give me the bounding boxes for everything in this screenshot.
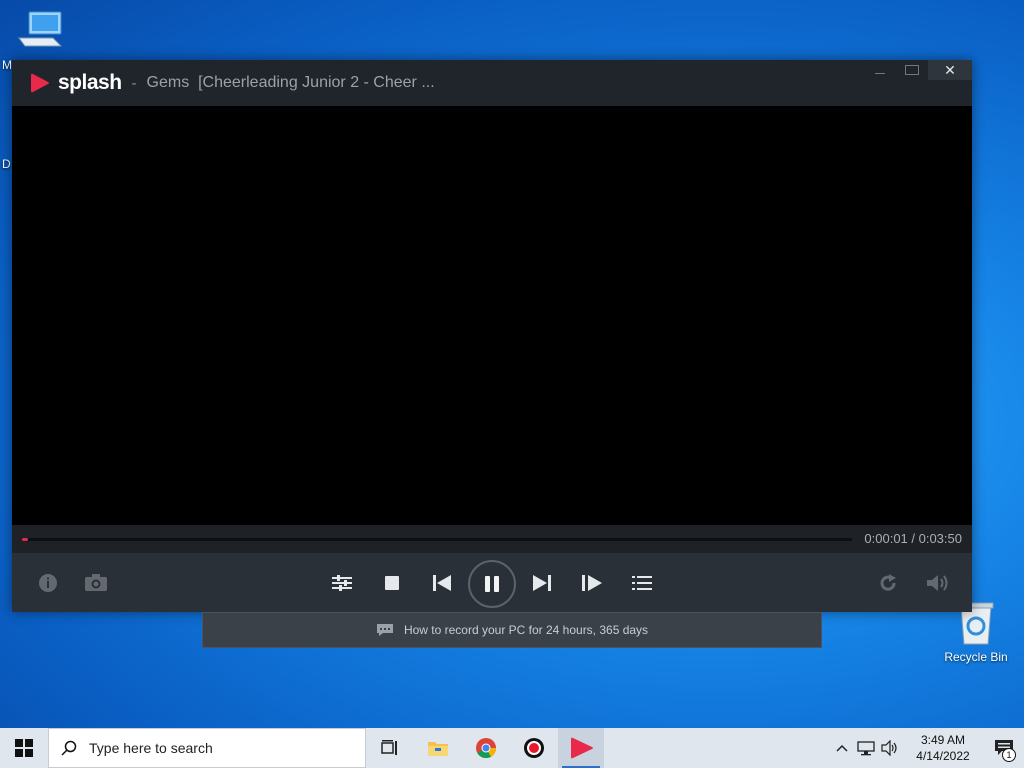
recycle-bin-label: Recycle Bin — [944, 650, 1008, 664]
title-separator: - — [131, 74, 137, 92]
title-bar[interactable]: splash - Gems [Cheerleading Junior 2 - C… — [12, 60, 972, 106]
splash-taskbar-button[interactable] — [558, 728, 604, 768]
start-button[interactable] — [0, 728, 48, 768]
speaker-icon — [881, 740, 897, 756]
network-icon — [857, 741, 875, 756]
stop-button[interactable] — [374, 565, 410, 601]
screen-recorder-button[interactable] — [510, 728, 558, 768]
next-button[interactable] — [524, 565, 560, 601]
notification-count-badge: 1 — [1002, 748, 1016, 762]
minimize-button[interactable] — [864, 60, 896, 80]
video-area[interactable] — [12, 106, 972, 525]
seek-bar[interactable] — [22, 538, 852, 541]
previous-button[interactable] — [424, 565, 460, 601]
search-placeholder: Type here to search — [89, 740, 213, 756]
splash-player-window: splash - Gems [Cheerleading Junior 2 - C… — [12, 60, 972, 612]
maximize-button[interactable] — [896, 60, 928, 80]
clock-time: 3:49 AM — [920, 733, 966, 747]
file-explorer-icon — [428, 742, 448, 756]
info-button[interactable] — [30, 565, 66, 601]
taskbar: Type here to search 3:49 AM 4/14/2022 1 — [0, 728, 1024, 768]
seek-progress — [22, 538, 28, 541]
next-icon — [533, 575, 551, 591]
time-display: 0:00:01 / 0:03:50 — [864, 531, 962, 546]
desktop-label-fragment: D — [2, 157, 11, 171]
media-title: Gems [Cheerleading Junior 2 - Cheer ... — [146, 74, 435, 91]
show-hidden-icons-button[interactable] — [830, 728, 854, 768]
app-name: splash — [58, 71, 122, 94]
frame-step-button[interactable] — [574, 565, 610, 601]
maximize-icon — [905, 65, 919, 75]
camera-icon — [85, 574, 107, 591]
previous-icon — [433, 575, 451, 591]
action-center-button[interactable]: 1 — [984, 728, 1024, 768]
stop-icon — [385, 576, 399, 590]
chat-bubble-icon — [376, 623, 394, 637]
pause-button[interactable] — [468, 560, 516, 608]
splash-logo-icon — [31, 73, 49, 93]
info-icon — [39, 574, 57, 592]
splash-logo: splash — [28, 71, 122, 95]
frame-step-icon — [582, 575, 602, 591]
task-view-button[interactable] — [366, 728, 414, 768]
volume-tray-button[interactable] — [878, 728, 902, 768]
task-view-icon — [381, 740, 397, 755]
clock-date: 4/14/2022 — [916, 749, 970, 763]
equalizer-button[interactable] — [324, 565, 360, 601]
clock[interactable]: 3:49 AM 4/14/2022 — [908, 732, 978, 764]
recorder-icon — [524, 738, 544, 758]
windows-logo-icon — [15, 739, 33, 757]
search-icon — [61, 740, 77, 756]
pause-icon — [485, 576, 499, 592]
network-button[interactable] — [854, 728, 878, 768]
minimize-icon — [875, 73, 885, 74]
playlist-button[interactable] — [624, 565, 660, 601]
desktop-label-fragment: M — [2, 58, 12, 72]
repeat-icon — [880, 574, 896, 591]
volume-button[interactable] — [920, 565, 956, 601]
close-icon: ✕ — [944, 61, 956, 78]
file-explorer-button[interactable] — [414, 728, 462, 768]
chrome-button[interactable] — [462, 728, 510, 768]
chevron-up-icon — [836, 744, 848, 752]
equalizer-icon — [332, 575, 352, 591]
promo-notice[interactable]: How to record your PC for 24 hours, 365 … — [202, 612, 822, 648]
splash-icon — [571, 737, 593, 759]
control-bar — [12, 553, 972, 612]
screenshot-button[interactable] — [78, 565, 114, 601]
playlist-icon — [632, 576, 652, 590]
system-tray: 3:49 AM 4/14/2022 1 — [830, 728, 1024, 768]
promo-notice-text: How to record your PC for 24 hours, 365 … — [403, 623, 649, 637]
taskbar-search-box[interactable]: Type here to search — [48, 728, 366, 768]
chrome-icon — [476, 738, 497, 759]
volume-icon — [927, 575, 948, 591]
close-button[interactable]: ✕ — [928, 60, 972, 80]
this-pc-desktop-icon[interactable] — [12, 8, 68, 54]
repeat-button[interactable] — [870, 565, 906, 601]
